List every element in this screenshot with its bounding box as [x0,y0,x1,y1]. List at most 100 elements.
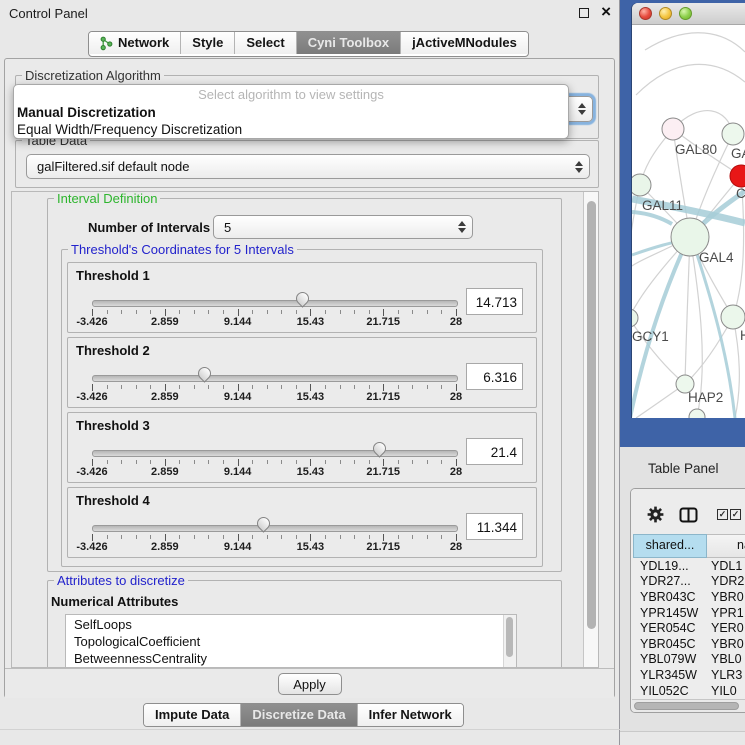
tick-mark [136,310,137,314]
network-node-c[interactable] [730,165,745,187]
table-data-select[interactable]: galFiltered.sif default node [26,154,590,179]
numerical-attributes-list[interactable]: SelfLoopsTopologicalCoefficientBetweenne… [65,614,517,668]
network-node-label: GAL80 [675,142,717,157]
bottom-tab-infer-network[interactable]: Infer Network [357,704,463,726]
cell-shared-name[interactable]: YBR043C [631,590,707,604]
network-node-h[interactable] [721,305,745,329]
num-intervals-select[interactable]: 5 [213,215,473,239]
table-row[interactable]: YDL19...YDL1 [631,558,745,574]
network-canvas[interactable]: GAL80GACGAL11GAL4GCY1HHAP2 [632,25,745,418]
checkbox-icon[interactable]: ✓ [730,509,741,520]
minimize-traffic-light-icon[interactable] [659,7,672,20]
table-row[interactable]: YBR045CYBR0 [631,636,745,652]
table-hscrollbar[interactable] [632,699,745,713]
cell-name[interactable]: YBL0 [707,652,745,666]
checkbox-icon[interactable]: ✓ [717,509,728,520]
cell-name[interactable]: YDL1 [707,559,745,573]
vertical-scrollbar[interactable] [583,192,599,667]
threshold-value-field[interactable]: 11.344 [466,513,523,540]
tick-mark [383,309,384,316]
tab-network[interactable]: Network [89,32,180,54]
table-row[interactable]: YLR345WYLR3 [631,667,745,683]
list-item[interactable]: BetweennessCentrality [66,650,516,667]
cell-shared-name[interactable]: YPR145W [631,606,707,620]
network-window[interactable]: GAL80GACGAL11GAL4GCY1HHAP2 [632,3,745,418]
tick-mark [354,460,355,464]
network-node-label: HAP2 [688,390,723,405]
tab-cyni-toolbox[interactable]: Cyni Toolbox [296,32,400,54]
threshold-value-field[interactable]: 6.316 [466,363,523,390]
cell-shared-name[interactable]: YDL19... [631,559,707,573]
network-window-titlebar[interactable] [632,3,745,25]
scale-label: 2.859 [151,391,179,403]
network-node-gcy1[interactable] [632,309,638,327]
stepper-arrows-icon [575,160,583,174]
network-node-ga[interactable] [722,123,744,145]
tick-mark [238,384,239,391]
scale-label: 21.715 [366,316,400,328]
table-row[interactable]: YIL052CYIL0 [631,683,745,699]
bottom-tab-discretize-data[interactable]: Discretize Data [240,704,356,726]
table-row[interactable]: YER054CYER0 [631,620,745,636]
cell-name[interactable]: YIL0 [707,684,745,698]
list-item[interactable]: TopologicalCoefficient [66,633,516,650]
threshold-value-field[interactable]: 21.4 [466,438,523,465]
vertical-scrollbar-thumb[interactable] [587,201,596,629]
scale-label: 15.43 [297,391,325,403]
tab-label: Impute Data [155,704,229,726]
scale-label: 28 [450,391,462,403]
tick-mark [165,309,166,316]
algorithm-option-equal-width-frequency[interactable]: Equal Width/Frequency Discretization [14,121,568,138]
cell-name[interactable]: YPR1 [707,606,745,620]
tab-jactivemnodules[interactable]: jActiveMNodules [400,32,528,54]
cell-shared-name[interactable]: YBR045C [631,637,707,651]
cell-name[interactable]: YBR0 [707,590,745,604]
network-node[interactable] [689,409,705,418]
close-icon[interactable]: × [601,2,611,22]
slider-track[interactable] [92,300,458,307]
column-header-name[interactable]: na [707,534,745,558]
cell-name[interactable]: YBR0 [707,637,745,651]
tab-style[interactable]: Style [180,32,234,54]
table-row[interactable]: YPR145WYPR1 [631,605,745,621]
slider-track[interactable] [92,450,458,457]
cell-name[interactable]: YDR2 [707,574,745,588]
tick-mark [223,460,224,464]
tick-mark [194,385,195,389]
cell-shared-name[interactable]: YLR345W [631,668,707,682]
algorithm-option-manual-discretization[interactable]: Manual Discretization [14,104,568,121]
tab-label: jActiveMNodules [412,32,517,54]
float-icon[interactable] [579,8,589,18]
slider-track[interactable] [92,375,458,382]
table-row[interactable]: YBR043CYBR0 [631,589,745,605]
cell-shared-name[interactable]: YBL079W [631,652,707,666]
apply-button[interactable]: Apply [278,673,342,695]
algorithm-dropdown-hint[interactable]: Select algorithm to view settings [14,85,568,104]
cell-name[interactable]: YER0 [707,621,745,635]
list-item[interactable]: SelfLoops [66,616,516,633]
tick-mark [223,385,224,389]
cell-shared-name[interactable]: YER054C [631,621,707,635]
bottom-divider [0,729,620,730]
close-traffic-light-icon[interactable] [639,7,652,20]
list-scrollbar[interactable] [503,615,516,667]
column-header-shared-name[interactable]: shared... [633,534,707,558]
table-row[interactable]: YDR27...YDR2 [631,574,745,590]
slider-track[interactable] [92,525,458,532]
zoom-traffic-light-icon[interactable] [679,7,692,20]
gear-icon[interactable] [647,506,664,523]
network-node-gal11[interactable] [632,174,651,196]
network-node-gal80[interactable] [662,118,684,140]
tick-mark [296,460,297,464]
table-row[interactable]: YBL079WYBL0 [631,652,745,668]
bottom-tab-impute-data[interactable]: Impute Data [144,704,240,726]
tick-mark [238,534,239,541]
list-scrollbar-thumb[interactable] [506,617,513,657]
tab-select[interactable]: Select [234,32,295,54]
column-layout-icon[interactable] [679,507,698,523]
cell-name[interactable]: YLR3 [707,668,745,682]
cell-shared-name[interactable]: YIL052C [631,684,707,698]
cell-shared-name[interactable]: YDR27... [631,574,707,588]
table-hscrollbar-thumb[interactable] [634,702,739,710]
threshold-value-field[interactable]: 14.713 [466,288,523,315]
